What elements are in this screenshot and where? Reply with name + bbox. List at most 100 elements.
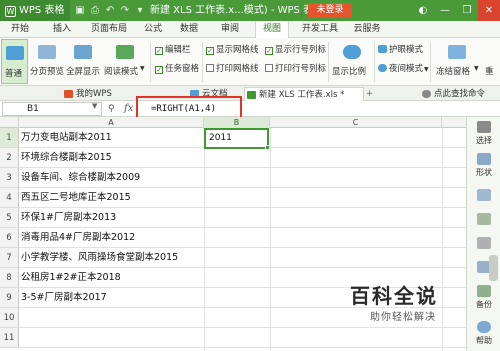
show-gridlines-toggle[interactable]: ✓ 显示网格线 <box>206 43 259 55</box>
freeze-label: 冻结窗格 <box>436 67 471 77</box>
reading-mode-button[interactable]: 阅读模式 ▼ <box>104 40 146 84</box>
row-header[interactable]: 7 <box>0 248 19 268</box>
minimize-icon[interactable]: — <box>434 5 456 16</box>
checkbox-icon: ✓ <box>155 47 163 55</box>
night-mode-button[interactable]: 夜间模式▼ <box>378 62 429 74</box>
ribbon: 普通 分页预览 全屏显示 阅读模式 ▼ ✓ 编辑栏 ✓ 任务窗格 ✓ 显示网格线 打印… <box>0 38 500 86</box>
edit-bar-toggle[interactable]: ✓ 编辑栏 <box>155 43 191 55</box>
row-header[interactable]: 10 <box>0 308 19 328</box>
show-gridlines-label: 显示网格线 <box>216 45 259 55</box>
print-gridlines-label: 打印网格线 <box>216 64 259 74</box>
sidepanel-item-3[interactable] <box>467 189 500 203</box>
page-break-preview-button[interactable]: 分页预览 <box>30 40 64 84</box>
cell-a[interactable]: 消毒用品4#厂房副本2012 <box>21 228 135 248</box>
row-header[interactable]: 5 <box>0 208 19 228</box>
freeze-icon <box>448 45 466 59</box>
cell-a[interactable]: 环境综合楼副本2015 <box>21 148 112 168</box>
zoom-search-icon[interactable]: ⚲ <box>108 101 115 117</box>
sidepanel-select[interactable]: 选择 <box>467 121 500 146</box>
command-search[interactable]: 点此查找命令 <box>420 87 500 101</box>
save-icon[interactable]: ▣ <box>74 5 86 16</box>
row-header[interactable]: 11 <box>0 328 19 348</box>
cell-a[interactable]: 小学教学楼、风雨操场食堂副本2015 <box>21 248 178 268</box>
print-gridlines-toggle[interactable]: 打印网格线 <box>206 62 259 74</box>
column-header-c[interactable]: C <box>270 117 442 128</box>
more-icon[interactable]: ▾ <box>134 5 146 16</box>
sidepanel-select-label: 选择 <box>476 136 492 145</box>
print-headings-toggle[interactable]: 打印行号列标 <box>265 62 326 74</box>
task-pane-toggle[interactable]: ✓ 任务窗格 <box>155 62 199 74</box>
side-panel-scrollbar[interactable] <box>489 255 498 281</box>
tab-insert[interactable]: 插入 <box>44 21 80 38</box>
command-search-label: 点此查找命令 <box>434 89 486 99</box>
normal-view-button[interactable]: 普通 <box>1 39 28 84</box>
cell-a[interactable]: 公租房1#2#正本2018 <box>21 268 121 288</box>
login-button[interactable]: 未登录 <box>308 3 352 18</box>
sidepanel-item-4[interactable] <box>467 213 500 227</box>
tab-cloud[interactable]: 云服务 <box>347 21 387 38</box>
checkbox-icon <box>265 64 273 72</box>
tab-page-layout[interactable]: 页面布局 <box>85 21 133 38</box>
row-header[interactable]: 4 <box>0 188 19 208</box>
app-menu-button[interactable]: WWPS 表格▼ <box>0 0 70 36</box>
fill-handle[interactable] <box>265 145 270 150</box>
page-break-label: 分页预览 <box>30 67 65 77</box>
spreadsheet-icon <box>247 91 256 99</box>
quick-access-toolbar: ▣ ⎙ ↶ ↷ ▾ <box>74 0 146 21</box>
wps-logo-icon: W <box>5 6 16 17</box>
restore-icon[interactable]: ❐ <box>456 5 478 16</box>
row-header[interactable]: 1 <box>0 128 19 148</box>
new-tab-icon[interactable]: + <box>364 87 378 101</box>
column-header-a[interactable]: A <box>19 117 204 128</box>
print-icon[interactable]: ⎙ <box>89 5 101 16</box>
chevron-down-icon: ▼ <box>140 65 145 72</box>
chevron-down-icon: ▼ <box>424 66 429 73</box>
zoom-button[interactable]: 显示比例 <box>332 40 372 84</box>
sidepanel-backup[interactable]: 备份 <box>467 285 500 310</box>
tab-review[interactable]: 审阅 <box>213 21 247 38</box>
cell-a[interactable]: 环保1#厂房副本2013 <box>21 208 116 228</box>
close-icon[interactable]: ✕ <box>478 0 500 21</box>
eye-protect-button[interactable]: 护眼模式 <box>378 43 423 55</box>
tab-view[interactable]: 视图 <box>255 21 289 39</box>
redo-icon[interactable]: ↷ <box>119 5 131 16</box>
column-header-b[interactable]: B <box>204 117 270 128</box>
row-header[interactable]: 9 <box>0 288 19 308</box>
tab-formula[interactable]: 公式 <box>138 21 168 38</box>
tab-developer[interactable]: 开发工具 <box>296 21 344 38</box>
cell-a[interactable]: 西五区二号地库正本2015 <box>21 188 131 208</box>
name-box[interactable]: B1 <box>2 102 102 116</box>
sidepanel-help[interactable]: 帮助 <box>467 321 500 346</box>
row-header[interactable]: 2 <box>0 148 19 168</box>
row-header[interactable]: 3 <box>0 168 19 188</box>
cell-a[interactable]: 万力变电站副本2011 <box>21 128 112 148</box>
skin-icon[interactable]: ◐ <box>412 5 434 16</box>
tools-icon <box>477 237 491 249</box>
app-name: WPS 表格 <box>19 5 65 16</box>
chevron-down-icon: ▼ <box>474 65 479 72</box>
freeze-panes-button[interactable]: 冻结窗格 ▼ <box>434 40 480 84</box>
show-headings-toggle[interactable]: ✓ 显示行号列标 <box>265 43 326 55</box>
selected-cell-b1[interactable]: 2011 <box>204 128 269 149</box>
rearrange-label[interactable]: 重 <box>485 65 494 77</box>
undo-icon[interactable]: ↶ <box>104 5 116 16</box>
cell-a[interactable]: 设备车间、综合楼副本2009 <box>21 168 140 188</box>
tab-my-wps[interactable]: 我的WPS <box>62 87 122 101</box>
select-all-corner[interactable] <box>0 117 19 128</box>
sidepanel-shapes[interactable]: 形状 <box>467 153 500 178</box>
fullscreen-button[interactable]: 全屏显示 <box>66 40 100 84</box>
shapes-icon <box>477 153 491 165</box>
properties-icon <box>477 189 491 201</box>
insert-function-icon[interactable]: fx <box>124 101 133 117</box>
row-header[interactable]: 6 <box>0 228 19 248</box>
chevron-down-icon[interactable]: ▼ <box>92 102 97 110</box>
sidepanel-item-5[interactable] <box>467 237 500 251</box>
sidepanel-shapes-label: 形状 <box>476 168 492 177</box>
window-controls: ◐ — ❐ ✕ <box>412 0 500 21</box>
tab-workbook[interactable]: 新建 XLS 工作表.xls * <box>244 87 364 101</box>
checkbox-icon <box>206 64 214 72</box>
cell-a[interactable]: 3-5#厂房副本2017 <box>21 288 107 308</box>
row-header[interactable]: 8 <box>0 268 19 288</box>
tab-home[interactable]: 开始 <box>2 21 38 38</box>
tab-data[interactable]: 数据 <box>174 21 204 38</box>
